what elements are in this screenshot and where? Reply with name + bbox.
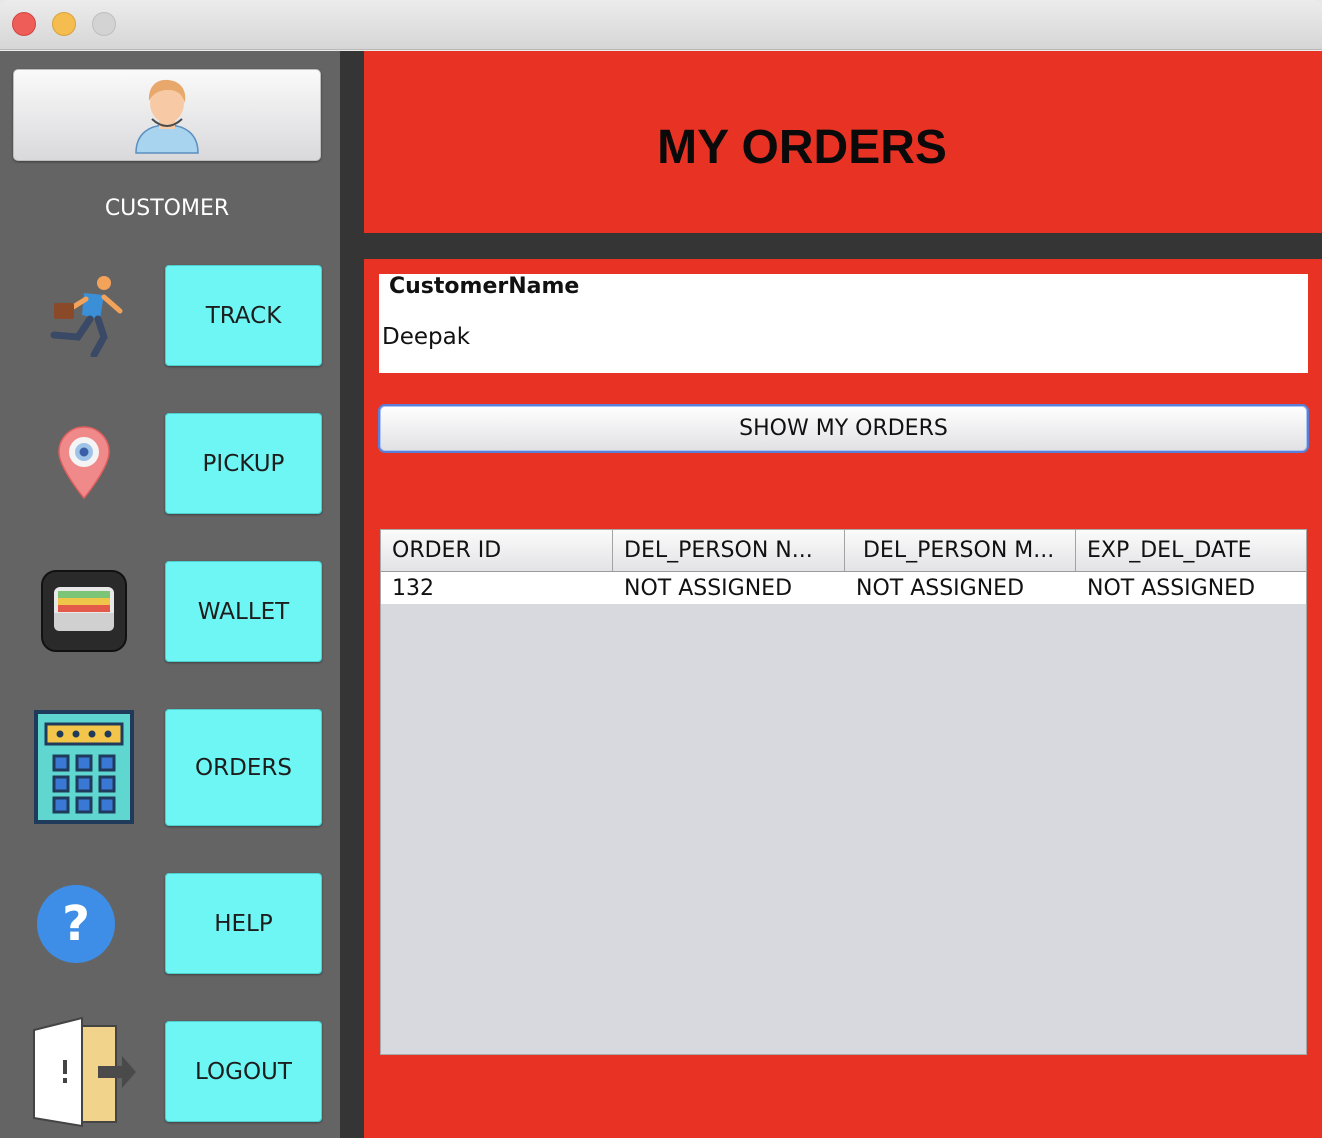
header-separator <box>364 233 1322 259</box>
orders-table: ORDER ID DEL_PERSON N... DEL_PERSON M...… <box>380 529 1307 1055</box>
column-header-order-id[interactable]: ORDER ID <box>381 530 613 571</box>
wallet-icon <box>41 570 127 652</box>
role-label: CUSTOMER <box>104 196 230 221</box>
track-button[interactable]: TRACK <box>165 265 322 366</box>
sidebar-divider <box>340 51 364 1138</box>
cell-del-person-name: NOT ASSIGNED <box>624 576 793 601</box>
app-window: CUSTOMER TRACK PICKUP WALLET ORDERS ? HE… <box>0 0 1322 1138</box>
orders-button[interactable]: ORDERS <box>165 709 322 826</box>
page-title: MY ORDERS <box>657 121 947 174</box>
customer-name-label: CustomerName <box>389 274 580 299</box>
cell-del-person-mobile: NOT ASSIGNED <box>856 576 1025 601</box>
location-pin-icon <box>58 426 110 500</box>
logout-button[interactable]: LOGOUT <box>165 1021 322 1122</box>
user-avatar-icon <box>135 79 199 154</box>
customer-name-value: Deepak <box>382 324 471 350</box>
maximize-window-button[interactable] <box>92 12 116 36</box>
close-window-button[interactable] <box>12 12 36 36</box>
help-button[interactable]: HELP <box>165 873 322 974</box>
column-header-exp-del-date[interactable]: EXP_DEL_DATE <box>1076 530 1306 571</box>
show-my-orders-button[interactable]: SHOW MY ORDERS <box>378 404 1309 453</box>
wallet-button[interactable]: WALLET <box>165 561 322 662</box>
exit-door-icon <box>33 1016 136 1128</box>
cell-exp-del-date: NOT ASSIGNED <box>1087 576 1256 601</box>
minimize-window-button[interactable] <box>52 12 76 36</box>
customer-name-panel: CustomerName Deepak <box>379 274 1308 373</box>
question-icon: ? <box>37 885 115 963</box>
profile-button[interactable] <box>13 69 321 161</box>
calculator-icon <box>34 710 134 824</box>
column-header-del-person-name[interactable]: DEL_PERSON N... <box>613 530 845 571</box>
column-header-del-person-mobile[interactable]: DEL_PERSON M... <box>845 530 1076 571</box>
running-courier-icon <box>50 276 123 357</box>
table-row[interactable]: 132 NOT ASSIGNED NOT ASSIGNED NOT ASSIGN… <box>381 572 1306 604</box>
title-bar <box>0 0 1322 50</box>
svg-text:?: ? <box>62 896 90 952</box>
cell-order-id: 132 <box>392 576 434 601</box>
table-header: ORDER ID DEL_PERSON N... DEL_PERSON M...… <box>381 530 1306 572</box>
pickup-button[interactable]: PICKUP <box>165 413 322 514</box>
